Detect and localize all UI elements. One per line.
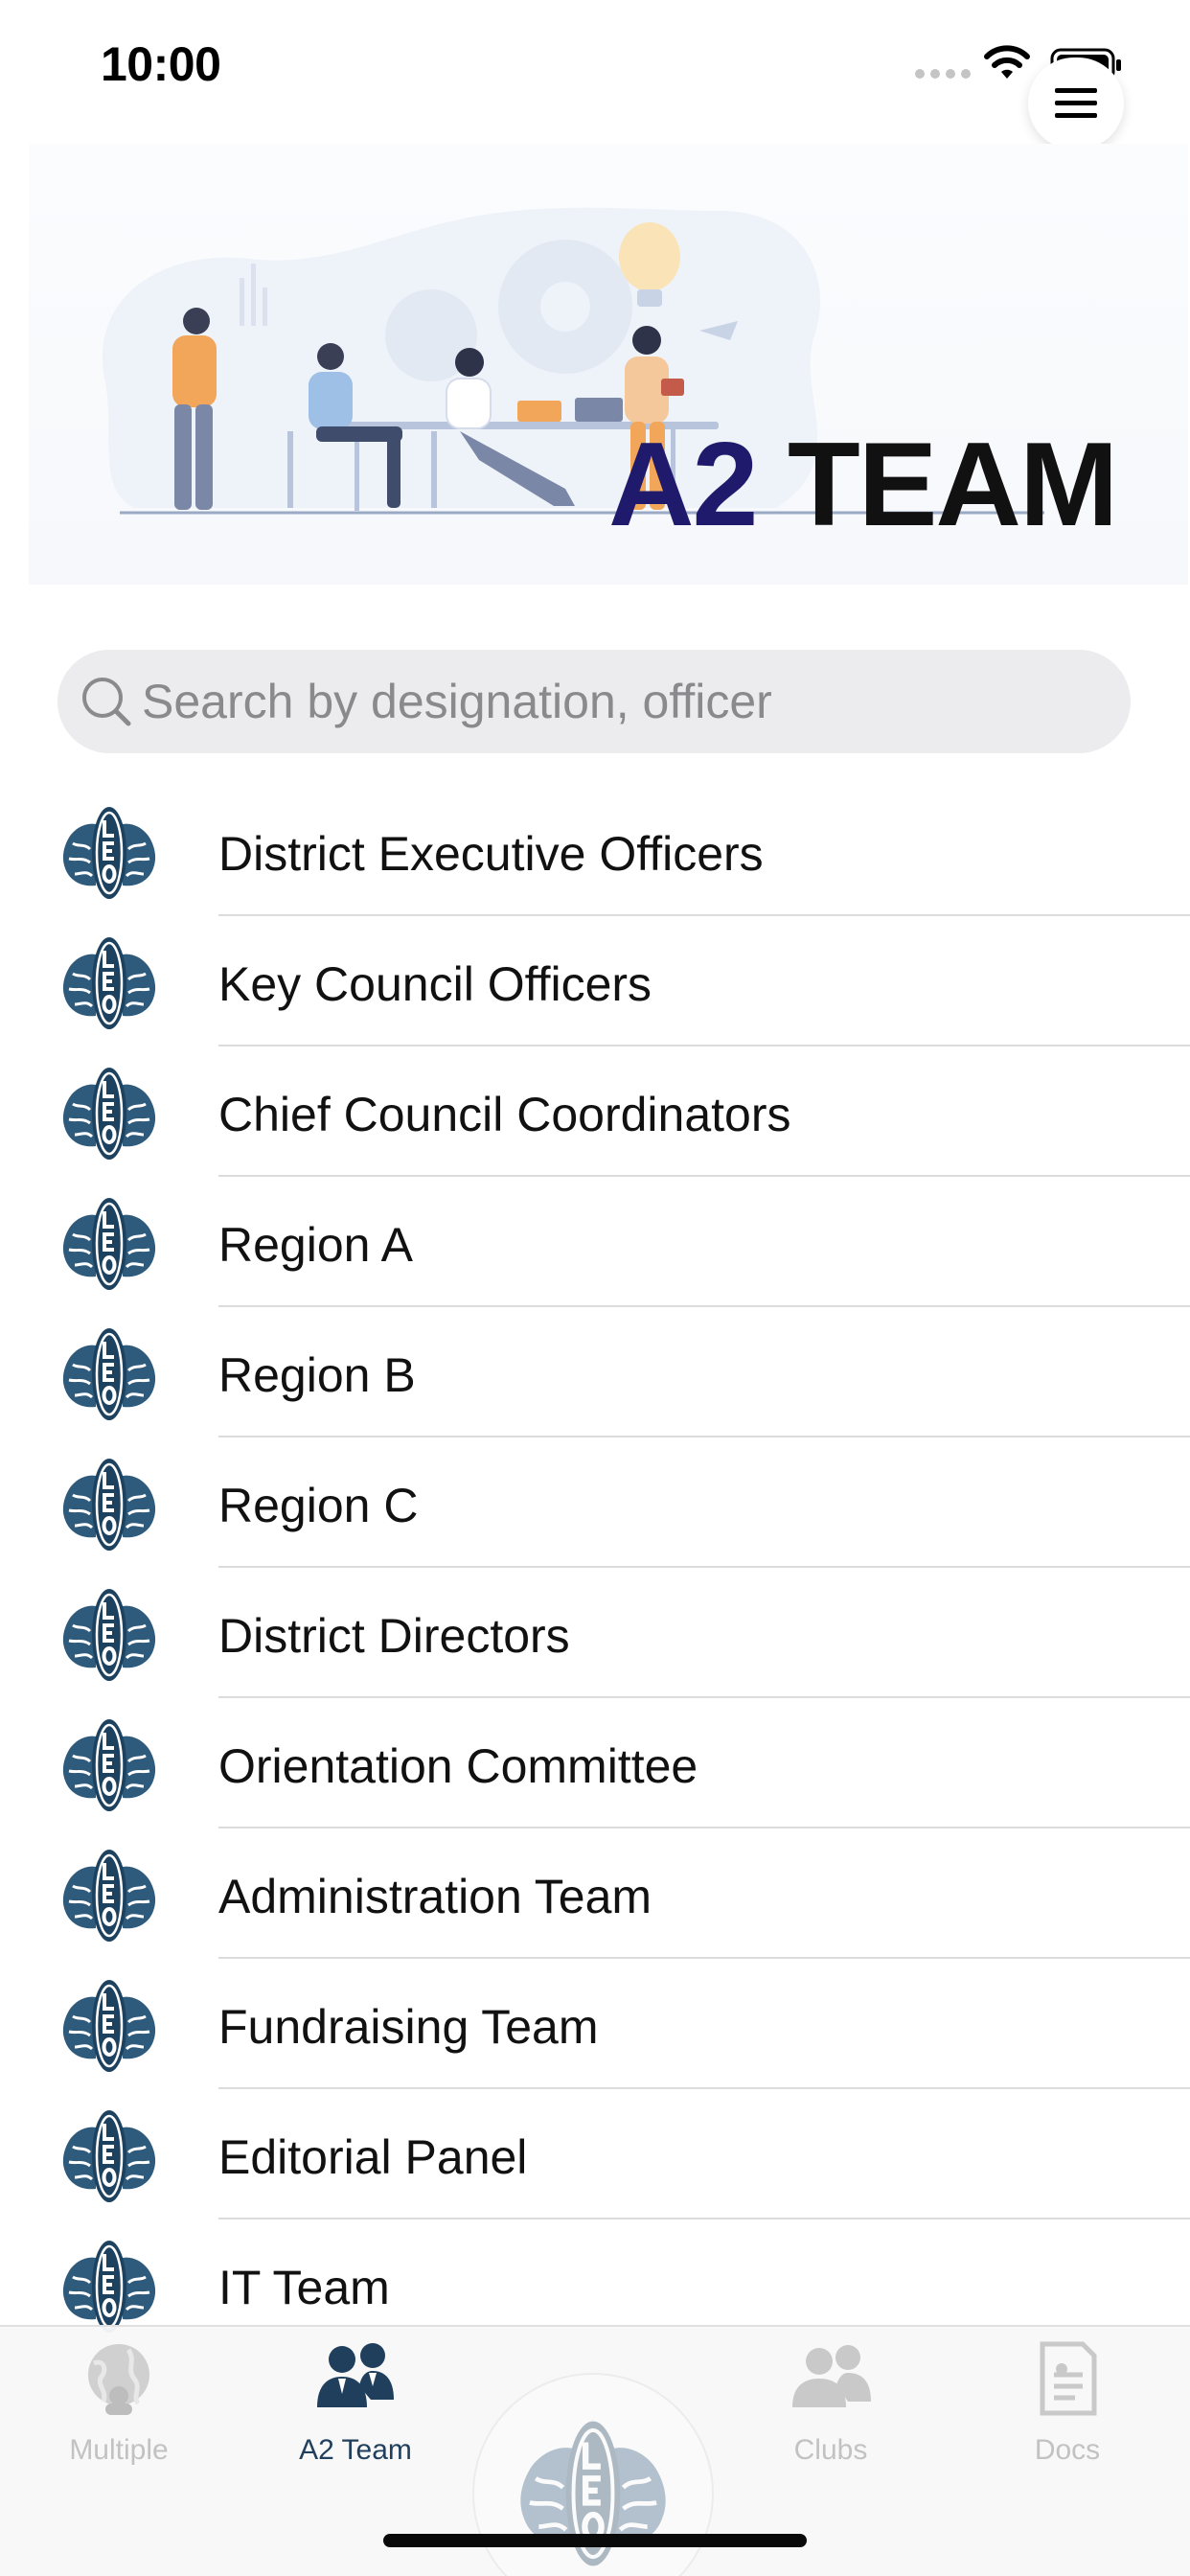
menu-button[interactable] [1028,58,1124,150]
tab-clubs[interactable]: Clubs [735,2340,927,2494]
team-icon [317,2343,394,2407]
list-item-label: Region B [218,1348,416,1402]
tab-docs[interactable]: Docs [972,2340,1163,2494]
list-item-label: Administration Team [218,1870,652,1923]
list-item-label: Orientation Committee [218,1739,698,1793]
list-item-label: District Directors [218,1609,570,1663]
home-indicator [383,2534,807,2547]
list-item[interactable]: Key Council Officers [0,916,1190,1046]
list-item-label: IT Team [218,2261,390,2314]
tab-label: Clubs [793,2434,868,2466]
tab-label: Multiple [69,2434,169,2466]
leo-logo-icon [512,2412,675,2575]
leo-logo-icon [60,1848,158,1944]
leo-logo-icon [60,1326,158,1422]
cellular-signal-icon [915,69,971,79]
leo-logo-icon [60,1587,158,1683]
team-banner: A2 TEAM [29,144,1188,585]
docs-icon [1040,2341,1097,2416]
search-icon [82,678,131,726]
list-item-label: Key Council Officers [218,957,652,1011]
leo-logo-icon [60,805,158,901]
globe-icon [88,2344,149,2415]
banner-title-rest: TEAM [787,419,1118,551]
leo-logo-icon [60,2108,158,2204]
list-item-label: District Executive Officers [218,827,764,881]
list-item[interactable]: Region A [0,1177,1190,1307]
list-item[interactable]: Chief Council Coordinators [0,1046,1190,1177]
leo-logo-icon [60,1978,158,2074]
tab-a2-team[interactable]: A2 Team [260,2340,451,2494]
list-item[interactable]: Administration Team [0,1828,1190,1959]
leo-logo-icon [60,1717,158,1813]
banner-title: A2 TEAM [608,417,1118,553]
leo-logo-icon [60,1196,158,1292]
leo-logo-icon [60,935,158,1031]
status-bar: 10:00 [0,0,1190,134]
team-list: District Executive Officers Key Council O… [0,786,1190,2350]
list-item[interactable]: Region B [0,1307,1190,1438]
list-item[interactable]: Region C [0,1438,1190,1568]
tab-label: A2 Team [299,2434,412,2466]
hamburger-menu-icon [1055,88,1097,118]
leo-logo-icon [60,2239,158,2334]
tab-multiple[interactable]: Multiple [23,2340,215,2494]
leo-logo-icon [60,1457,158,1552]
banner-title-accent: A2 [608,419,759,551]
list-item[interactable]: Orientation Committee [0,1698,1190,1828]
tab-label: Docs [1034,2434,1101,2466]
list-item-label: Region C [218,1479,419,1532]
list-item[interactable]: District Executive Officers [0,786,1190,916]
clubs-icon [792,2345,871,2407]
list-item[interactable]: Editorial Panel [0,2089,1190,2220]
list-item-label: Fundraising Team [218,2000,599,2054]
status-time: 10:00 [101,37,221,91]
list-item[interactable]: Fundraising Team [0,1959,1190,2089]
wifi-icon [984,45,1030,79]
list-item[interactable]: District Directors [0,1568,1190,1698]
leo-logo-icon [60,1066,158,1162]
list-item-label: Region A [218,1218,413,1272]
search-bar[interactable] [57,650,1131,753]
list-item-label: Chief Council Coordinators [218,1088,791,1141]
list-item-label: Editorial Panel [218,2130,528,2184]
search-input[interactable] [142,674,1081,729]
